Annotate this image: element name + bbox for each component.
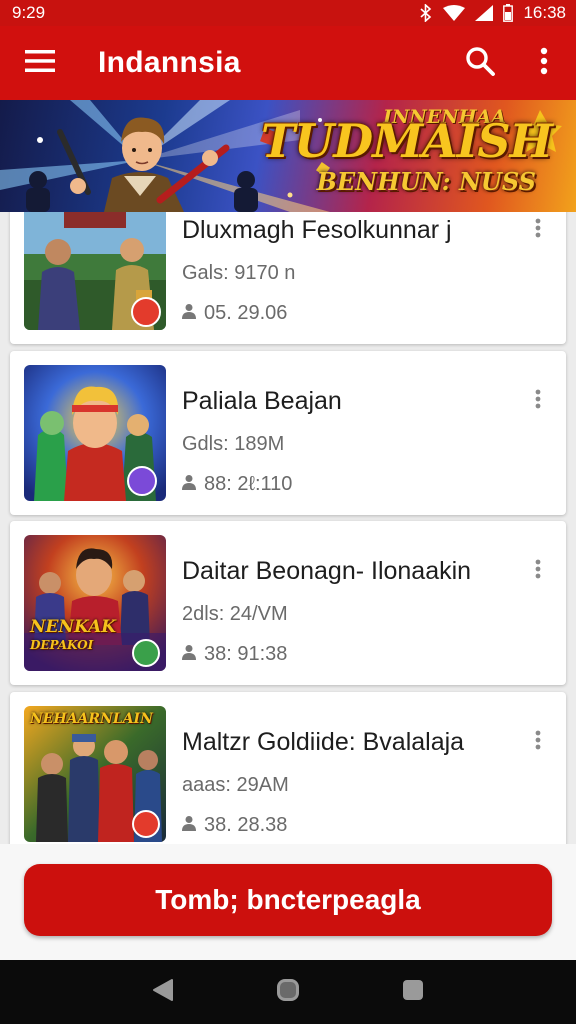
item-list[interactable]: Dluxmagh Fesolkunnar j Gals: 9170 n 05. … bbox=[0, 212, 576, 844]
more-vert-icon bbox=[535, 559, 541, 584]
item-count: 88: 2ℓ:110 bbox=[182, 473, 292, 496]
more-vert-icon bbox=[535, 218, 541, 243]
user-icon bbox=[182, 473, 196, 496]
system-nav-bar bbox=[0, 960, 576, 1024]
primary-action-button[interactable]: Tomb; bncterpeagla bbox=[24, 864, 552, 936]
recents-button[interactable] bbox=[393, 972, 433, 1012]
menu-button[interactable] bbox=[0, 26, 80, 100]
more-vert-icon bbox=[535, 389, 541, 414]
item-thumbnail: NEHAARNLAIN bbox=[24, 706, 166, 842]
overflow-menu-button[interactable] bbox=[512, 26, 576, 100]
item-count: 05. 29.06 bbox=[182, 302, 287, 325]
list-item[interactable]: NENKAK DEPAKOI Daitar Beonagn- Ilonaakin … bbox=[10, 521, 566, 685]
bluetooth-icon bbox=[419, 4, 433, 22]
item-thumbnail bbox=[24, 365, 166, 501]
back-triangle-icon bbox=[152, 978, 174, 1007]
more-vert-icon bbox=[535, 730, 541, 755]
item-thumbnail-text: NEHAARNLAIN bbox=[30, 711, 153, 727]
home-circle-icon bbox=[275, 977, 301, 1008]
banner-headline: TUDMAISH bbox=[260, 114, 553, 168]
promo-banner[interactable]: INNENHAA TUDMAISH BENHUN: NUSS bbox=[0, 100, 576, 212]
item-count-text: 38: 91:38 bbox=[204, 643, 288, 665]
battery-icon bbox=[503, 4, 514, 22]
item-thumbnail: NENKAK DEPAKOI bbox=[24, 535, 166, 671]
user-icon bbox=[182, 643, 196, 666]
item-meta: Gals: 9170 n bbox=[182, 262, 296, 284]
banner-subline: BENHUN: NUSS bbox=[316, 167, 536, 196]
item-thumbnail bbox=[24, 212, 166, 330]
list-item[interactable]: NEHAARNLAIN Maltzr Goldiide: Bvalalaja a… bbox=[10, 692, 566, 844]
item-name: Maltzr Goldiide: Bvalalaja bbox=[182, 728, 465, 756]
list-item[interactable]: Dluxmagh Fesolkunnar j Gals: 9170 n 05. … bbox=[10, 212, 566, 344]
item-meta: 2dls: 24/VM bbox=[182, 603, 288, 625]
item-meta: aaas: 29AM bbox=[182, 774, 289, 796]
item-name: Daitar Beonagn- Ilonaakin bbox=[182, 557, 472, 585]
hamburger-menu-icon bbox=[25, 49, 55, 78]
status-icons: 16:38 bbox=[419, 3, 566, 23]
item-name: Dluxmagh Fesolkunnar j bbox=[182, 216, 452, 244]
item-more-button[interactable] bbox=[524, 724, 552, 760]
item-count-text: 05. 29.06 bbox=[204, 302, 288, 324]
item-name: Paliala Beajan bbox=[182, 387, 342, 415]
item-count-text: 38. 28.38 bbox=[204, 814, 288, 836]
wifi-icon bbox=[443, 5, 466, 21]
more-vert-icon bbox=[540, 47, 548, 80]
status-clock-right: 16:38 bbox=[523, 3, 566, 22]
status-time: 9:29 bbox=[12, 3, 46, 22]
item-thumbnail-text: NENKAK DEPAKOI bbox=[30, 617, 117, 652]
item-meta: Gdls: 189M bbox=[182, 433, 285, 455]
user-icon bbox=[182, 814, 196, 837]
home-button[interactable] bbox=[268, 972, 308, 1012]
signal-icon bbox=[475, 5, 494, 21]
item-count: 38: 91:38 bbox=[182, 643, 287, 666]
back-button[interactable] bbox=[143, 972, 183, 1012]
search-button[interactable] bbox=[448, 26, 512, 100]
bottom-action-area: Tomb; bncterpeagla bbox=[0, 844, 576, 960]
recents-square-icon bbox=[402, 979, 424, 1006]
item-more-button[interactable] bbox=[524, 553, 552, 589]
item-more-button[interactable] bbox=[524, 383, 552, 419]
user-icon bbox=[182, 302, 196, 325]
item-more-button[interactable] bbox=[524, 212, 552, 248]
app-bar: Indannsia bbox=[0, 26, 576, 100]
app-title: Indannsia bbox=[98, 46, 241, 79]
search-icon bbox=[465, 46, 495, 81]
item-count: 38. 28.38 bbox=[182, 814, 287, 837]
status-bar: 9:29 16:38 bbox=[0, 0, 576, 26]
list-item[interactable]: Paliala Beajan Gdls: 189M 88: 2ℓ:110 bbox=[10, 351, 566, 515]
item-count-text: 88: 2ℓ:110 bbox=[204, 473, 293, 495]
